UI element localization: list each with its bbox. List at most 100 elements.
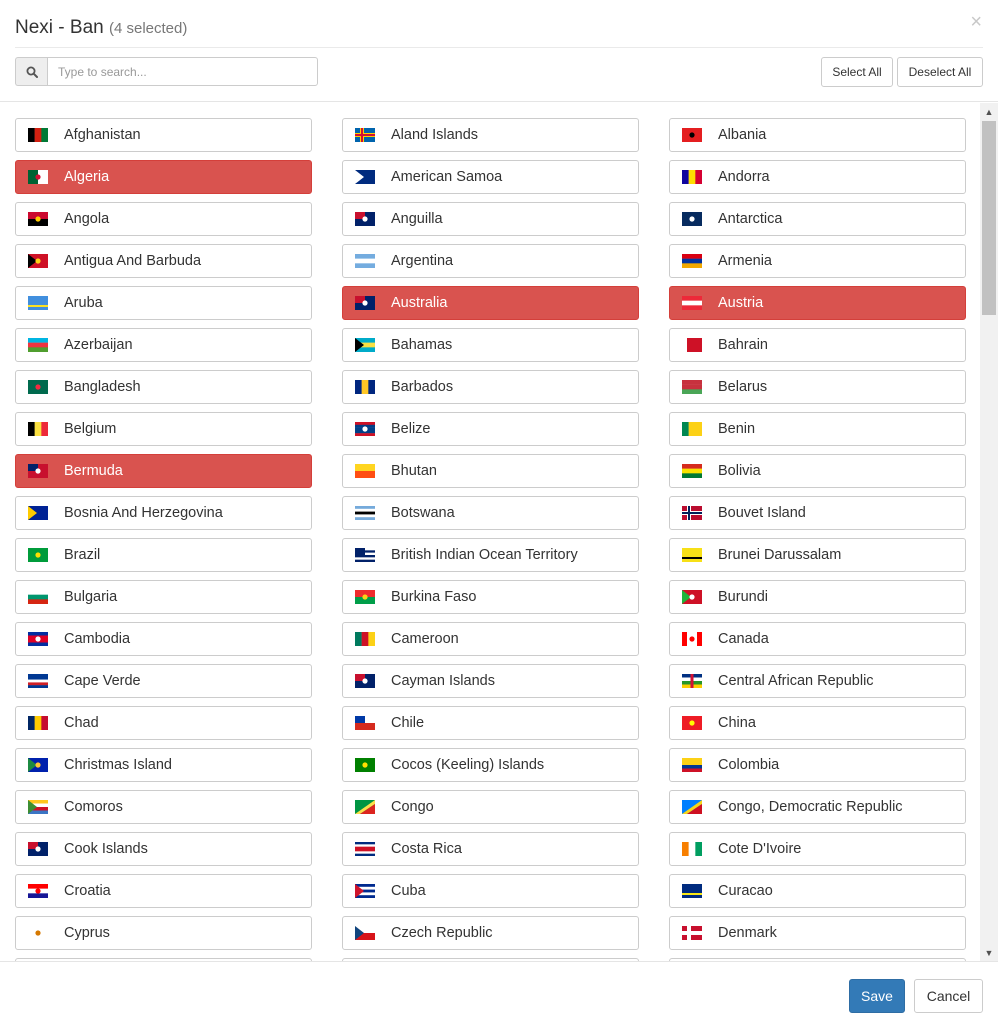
country-item[interactable]: Croatia bbox=[15, 874, 312, 908]
country-item[interactable]: Cape Verde bbox=[15, 664, 312, 698]
country-item[interactable]: Cook Islands bbox=[15, 832, 312, 866]
scroll-down-icon[interactable]: ▼ bbox=[980, 944, 998, 961]
country-item[interactable]: Cameroon bbox=[342, 622, 639, 656]
flag-icon bbox=[28, 632, 48, 646]
flag-icon bbox=[682, 926, 702, 940]
flag-icon bbox=[682, 506, 702, 520]
country-item[interactable]: Austria bbox=[669, 286, 966, 320]
country-item[interactable]: Argentina bbox=[342, 244, 639, 278]
country-name: Chile bbox=[391, 715, 425, 731]
flag-icon bbox=[28, 128, 48, 142]
country-item[interactable]: Bahrain bbox=[669, 328, 966, 362]
save-button[interactable]: Save bbox=[849, 979, 905, 1013]
flag-icon bbox=[28, 296, 48, 310]
country-item[interactable]: Anguilla bbox=[342, 202, 639, 236]
country-name: Central African Republic bbox=[718, 673, 874, 689]
country-name: British Indian Ocean Territory bbox=[391, 547, 578, 563]
country-name: Bahrain bbox=[718, 337, 768, 353]
country-item[interactable]: Algeria bbox=[15, 160, 312, 194]
country-item[interactable]: Brazil bbox=[15, 538, 312, 572]
flag-icon bbox=[28, 926, 48, 940]
country-item[interactable]: Bermuda bbox=[15, 454, 312, 488]
close-icon[interactable]: × bbox=[970, 12, 982, 32]
country-item[interactable]: American Samoa bbox=[342, 160, 639, 194]
country-item[interactable]: Armenia bbox=[669, 244, 966, 278]
country-item[interactable]: Cuba bbox=[342, 874, 639, 908]
country-item[interactable]: Central African Republic bbox=[669, 664, 966, 698]
country-item[interactable]: Bulgaria bbox=[15, 580, 312, 614]
modal-header: Nexi - Ban (4 selected) × Select All Des… bbox=[0, 0, 998, 102]
scroll-up-icon[interactable]: ▲ bbox=[980, 103, 998, 120]
country-name: Antigua And Barbuda bbox=[64, 253, 202, 269]
country-item[interactable]: Antarctica bbox=[669, 202, 966, 236]
country-item[interactable]: Bhutan bbox=[342, 454, 639, 488]
country-item[interactable]: Cote D'Ivoire bbox=[669, 832, 966, 866]
cancel-button[interactable]: Cancel bbox=[914, 979, 983, 1013]
country-item[interactable]: Antigua And Barbuda bbox=[15, 244, 312, 278]
country-item[interactable]: Burundi bbox=[669, 580, 966, 614]
country-item[interactable]: Denmark bbox=[669, 916, 966, 950]
flag-icon bbox=[355, 674, 375, 688]
flag-icon bbox=[355, 296, 375, 310]
flag-icon bbox=[28, 170, 48, 184]
country-item[interactable]: Bahamas bbox=[342, 328, 639, 362]
flag-icon bbox=[28, 884, 48, 898]
country-item[interactable]: Canada bbox=[669, 622, 966, 656]
country-name: Cambodia bbox=[64, 631, 131, 647]
country-item[interactable]: Barbados bbox=[342, 370, 639, 404]
country-item[interactable]: Bouvet Island bbox=[669, 496, 966, 530]
country-item[interactable]: Australia bbox=[342, 286, 639, 320]
flag-icon bbox=[355, 506, 375, 520]
scrollbar[interactable]: ▲ ▼ bbox=[980, 103, 998, 961]
search-input[interactable] bbox=[47, 57, 318, 86]
country-item[interactable]: Albania bbox=[669, 118, 966, 152]
country-item[interactable]: Comoros bbox=[15, 790, 312, 824]
country-name: Belarus bbox=[718, 379, 768, 395]
country-name: Bhutan bbox=[391, 463, 437, 479]
scroll-thumb[interactable] bbox=[982, 121, 996, 315]
country-item[interactable]: Brunei Darussalam bbox=[669, 538, 966, 572]
country-item[interactable]: Benin bbox=[669, 412, 966, 446]
country-item[interactable]: Aland Islands bbox=[342, 118, 639, 152]
country-item[interactable]: Cayman Islands bbox=[342, 664, 639, 698]
country-item[interactable]: Andorra bbox=[669, 160, 966, 194]
country-name: Botswana bbox=[391, 505, 455, 521]
country-name: Anguilla bbox=[391, 211, 443, 227]
country-item[interactable]: Curacao bbox=[669, 874, 966, 908]
country-name: Cyprus bbox=[64, 925, 110, 941]
country-item[interactable]: China bbox=[669, 706, 966, 740]
country-item[interactable]: Burkina Faso bbox=[342, 580, 639, 614]
country-item[interactable]: Colombia bbox=[669, 748, 966, 782]
country-item[interactable]: Belgium bbox=[15, 412, 312, 446]
country-item[interactable]: Bosnia And Herzegovina bbox=[15, 496, 312, 530]
country-item[interactable]: Bangladesh bbox=[15, 370, 312, 404]
country-item[interactable]: Azerbaijan bbox=[15, 328, 312, 362]
country-item[interactable]: Botswana bbox=[342, 496, 639, 530]
country-item[interactable]: Costa Rica bbox=[342, 832, 639, 866]
country-item[interactable]: Aruba bbox=[15, 286, 312, 320]
country-item[interactable]: Cocos (Keeling) Islands bbox=[342, 748, 639, 782]
country-name: Canada bbox=[718, 631, 769, 647]
country-item[interactable]: Christmas Island bbox=[15, 748, 312, 782]
country-item[interactable]: Chile bbox=[342, 706, 639, 740]
country-item[interactable]: Czech Republic bbox=[342, 916, 639, 950]
country-item[interactable]: British Indian Ocean Territory bbox=[342, 538, 639, 572]
flag-icon bbox=[28, 800, 48, 814]
flag-icon bbox=[682, 716, 702, 730]
country-name: Cayman Islands bbox=[391, 673, 495, 689]
country-item[interactable]: Congo, Democratic Republic bbox=[669, 790, 966, 824]
country-item[interactable]: Angola bbox=[15, 202, 312, 236]
flag-icon bbox=[355, 590, 375, 604]
country-item[interactable]: Congo bbox=[342, 790, 639, 824]
country-item[interactable]: Cyprus bbox=[15, 916, 312, 950]
select-all-button[interactable]: Select All bbox=[821, 57, 893, 87]
deselect-all-button[interactable]: Deselect All bbox=[897, 57, 983, 87]
country-name: Albania bbox=[718, 127, 767, 143]
country-item[interactable]: Cambodia bbox=[15, 622, 312, 656]
country-item[interactable]: Chad bbox=[15, 706, 312, 740]
country-item[interactable]: Belize bbox=[342, 412, 639, 446]
country-name: Costa Rica bbox=[391, 841, 462, 857]
country-item[interactable]: Bolivia bbox=[669, 454, 966, 488]
country-item[interactable]: Afghanistan bbox=[15, 118, 312, 152]
country-item[interactable]: Belarus bbox=[669, 370, 966, 404]
